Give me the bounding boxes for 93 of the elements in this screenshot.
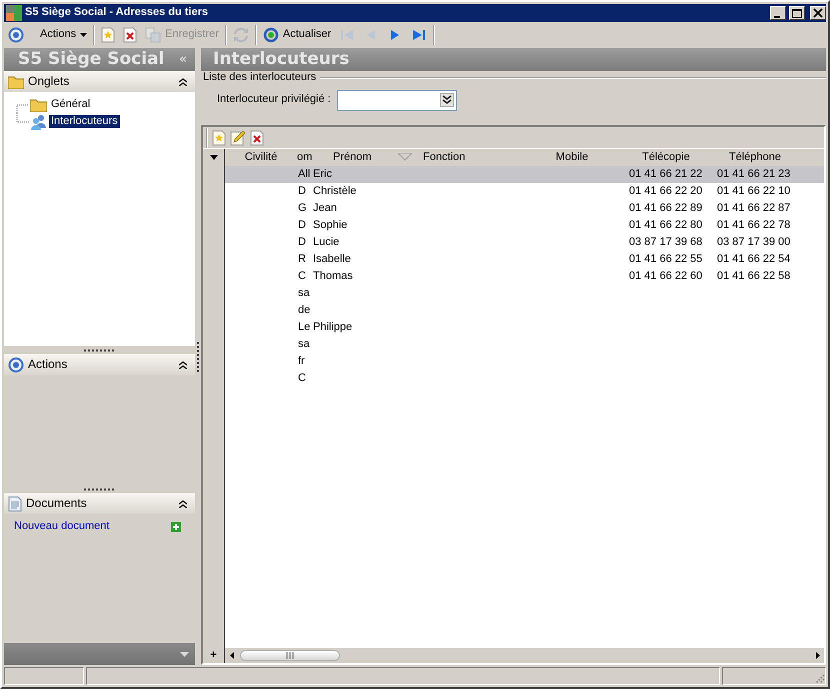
edit-icon xyxy=(230,130,246,146)
sidebar-title: S5 Siège Social xyxy=(18,49,166,70)
tree-item[interactable]: Général xyxy=(49,98,92,112)
resize-grip-icon[interactable] xyxy=(814,673,825,684)
sync-icon xyxy=(232,27,249,43)
table-cell-text: de xyxy=(297,304,311,318)
table-cell-text: C xyxy=(297,372,307,386)
window-title: S5 Siège Social - Adresses du tiers xyxy=(25,6,210,20)
group-label: Liste des interlocuteurs xyxy=(203,71,316,85)
page-title: Interlocuteurs xyxy=(213,49,350,70)
grip-icon[interactable] xyxy=(286,652,294,659)
people-icon xyxy=(30,114,47,130)
column-header[interactable]: Prénom xyxy=(333,150,372,164)
left-arrow-icon[interactable] xyxy=(230,652,234,659)
collapse-icon[interactable] xyxy=(179,500,187,508)
actions-menu[interactable]: Actions xyxy=(30,27,90,43)
table-cell-text: 01 41 66 22 89 xyxy=(628,202,704,216)
table-cell-text: 01 41 66 22 20 xyxy=(628,184,704,198)
table-cell-text: Philippe xyxy=(312,320,354,334)
tree-item[interactable]: Interlocuteurs xyxy=(49,114,120,128)
new-document-icon xyxy=(212,130,226,146)
table-cell-text: D xyxy=(297,184,307,198)
table-cell-text: D xyxy=(297,218,307,232)
grip-icon[interactable] xyxy=(84,488,116,490)
save-icon xyxy=(145,27,162,43)
table-cell-text: 01 41 66 22 54 xyxy=(716,252,792,266)
table-cell-text: Isabelle xyxy=(312,252,352,266)
collapse-icon[interactable] xyxy=(179,78,187,86)
table-cell-text: C xyxy=(297,270,307,284)
new-document-icon xyxy=(101,27,116,43)
table-cell-text: 01 41 66 22 55 xyxy=(628,252,704,266)
caret-icon[interactable] xyxy=(210,155,218,160)
target-button[interactable] xyxy=(6,26,26,44)
grip-icon[interactable] xyxy=(84,348,116,352)
target-icon xyxy=(8,27,24,43)
table-cell-text: Le xyxy=(297,320,311,334)
table-cell-text: 01 41 66 22 58 xyxy=(716,270,792,284)
delete-button[interactable] xyxy=(121,26,140,44)
scrollbar-thumb[interactable] xyxy=(240,650,340,661)
column-header[interactable]: Fonction xyxy=(423,150,466,164)
table-cell-text: sa xyxy=(297,286,311,300)
first-icon xyxy=(339,27,356,43)
dropdown-icon[interactable] xyxy=(180,652,189,656)
table-cell-text: 03 87 17 39 68 xyxy=(628,236,704,250)
table-cell-text: Christèle xyxy=(312,184,358,198)
refresh-button[interactable]: Actualiser xyxy=(260,26,334,44)
folder-icon xyxy=(8,74,24,88)
document-icon xyxy=(8,496,22,512)
table-cell-text: 01 41 66 22 10 xyxy=(716,184,792,198)
table-cell-text: fr xyxy=(297,354,306,368)
refresh-icon xyxy=(262,27,279,43)
table-cell-text: 01 41 66 22 80 xyxy=(628,218,704,232)
section-title: Onglets xyxy=(28,74,70,89)
expand-icon[interactable] xyxy=(440,93,454,107)
table-cell-text: 01 41 66 22 87 xyxy=(716,202,792,216)
collapse-icon[interactable] xyxy=(179,360,187,368)
delete-icon xyxy=(250,130,264,146)
table-cell-text: G xyxy=(297,202,308,216)
column-header[interactable]: Mobile xyxy=(556,150,588,164)
last-icon xyxy=(411,27,428,43)
table-cell-text: R xyxy=(297,252,307,266)
table-cell-text: Eric xyxy=(312,168,333,182)
table-cell-text: 01 41 66 21 23 xyxy=(716,168,792,182)
table-cell-text: All xyxy=(297,168,311,182)
table-cell-text: Jean xyxy=(312,202,338,216)
table-cell-text: Lucie xyxy=(312,236,340,250)
table-cell-text: sa xyxy=(297,338,311,352)
field-label: Interlocuteur privilégié : xyxy=(217,93,331,107)
delete-icon xyxy=(123,27,138,43)
folder-icon xyxy=(30,98,47,112)
table-cell-text: 01 41 66 22 78 xyxy=(716,218,792,232)
table-cell-text: D xyxy=(297,236,307,250)
new-document-link[interactable]: Nouveau document xyxy=(14,520,110,534)
add-icon[interactable] xyxy=(171,522,181,532)
table-cell-text: Sophie xyxy=(312,218,348,232)
table-cell-text: 01 41 66 21 22 xyxy=(628,168,704,182)
new-button[interactable] xyxy=(99,26,118,44)
app-icon xyxy=(6,5,22,21)
caret-icon[interactable] xyxy=(80,33,88,37)
target-icon xyxy=(8,356,24,372)
section-title: Documents xyxy=(26,496,88,511)
table-cell-text: 03 87 17 39 00 xyxy=(716,236,792,250)
column-header[interactable]: Télécopie xyxy=(642,150,690,164)
table-cell-text: Thomas xyxy=(312,270,354,284)
column-header[interactable]: Civilité xyxy=(244,150,278,164)
right-arrow-icon[interactable] xyxy=(816,652,820,659)
section-title: Actions xyxy=(28,357,68,372)
table-cell-text: 01 41 66 22 60 xyxy=(628,270,704,284)
sort-icon xyxy=(398,153,412,161)
column-header[interactable]: Téléphone xyxy=(729,150,781,164)
tree-connector xyxy=(16,104,29,113)
tree-connector xyxy=(16,113,29,123)
column-header[interactable]: om xyxy=(297,150,312,164)
